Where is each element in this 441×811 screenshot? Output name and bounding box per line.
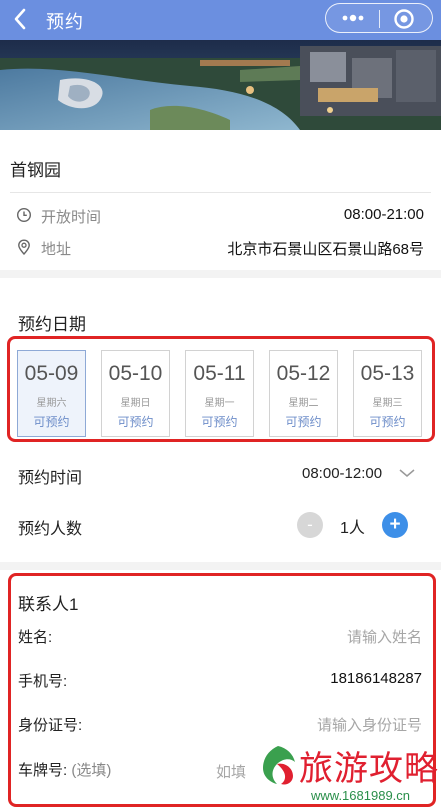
chevron-left-icon[interactable] — [10, 6, 32, 32]
page-title: 预约 — [46, 12, 84, 32]
title-bar: 预约 — [0, 0, 441, 40]
date-card[interactable]: 05-12 星期二 可预约 — [269, 350, 338, 437]
target-circle-icon[interactable] — [392, 7, 416, 31]
open-time-row: 开放时间 08:00-21:00 — [10, 204, 424, 228]
plate-label: 车牌号: (选填) — [18, 759, 111, 780]
watermark-url: www.1681989.cn — [311, 788, 411, 803]
date-weekday: 星期二 — [288, 398, 319, 409]
mini-program-capsule — [325, 3, 433, 33]
name-input[interactable]: 请输入姓名 — [347, 626, 422, 647]
booking-date-title: 预约日期 — [18, 315, 86, 334]
section-gap — [0, 270, 441, 278]
date-number: 05-11 — [193, 362, 246, 385]
date-status: 可预约 — [117, 415, 154, 429]
date-weekday: 星期一 — [204, 398, 235, 409]
date-number: 05-10 — [108, 362, 163, 385]
date-status: 可预约 — [33, 415, 70, 429]
watermark-logo-icon — [263, 746, 295, 785]
watermark-title: 旅游攻略 — [299, 749, 439, 789]
date-number: 05-09 — [24, 362, 79, 385]
plate-optional-hint: (选填) — [71, 762, 112, 779]
address-label: 地址 — [41, 241, 72, 258]
divider — [10, 192, 431, 193]
chevron-down-icon[interactable] — [398, 466, 416, 480]
booking-time-select[interactable]: 08:00-12:00 — [302, 465, 382, 482]
date-card[interactable]: 05-09 星期六 可预约 — [17, 350, 86, 437]
section-gap — [0, 562, 441, 570]
booking-time-label: 预约时间 — [18, 470, 83, 487]
people-count-label: 预约人数 — [18, 521, 83, 538]
id-number-input[interactable]: 请输入身份证号 — [317, 714, 422, 735]
date-card[interactable]: 05-10 星期日 可预约 — [101, 350, 170, 437]
date-status: 可预约 — [369, 415, 406, 429]
open-time-value: 08:00-21:00 — [343, 206, 424, 223]
date-weekday: 星期日 — [120, 398, 151, 409]
contact-title: 联系人1 — [18, 595, 79, 614]
venue-banner-image — [0, 40, 441, 130]
open-time-label: 开放时间 — [41, 209, 102, 226]
clock-icon — [16, 207, 32, 223]
venue-name: 首钢园 — [10, 161, 61, 180]
date-card[interactable]: 05-11 星期一 可预约 — [185, 350, 254, 437]
increase-count-button[interactable]: + — [382, 512, 408, 538]
date-number: 05-13 — [360, 362, 415, 385]
plate-label-text: 车牌号: — [18, 762, 68, 779]
address-value: 北京市石景山区石景山路68号 — [227, 241, 424, 258]
date-weekday: 星期三 — [372, 398, 403, 409]
date-weekday: 星期六 — [36, 398, 67, 409]
plate-input[interactable]: 如填 — [216, 761, 246, 782]
decrease-count-button[interactable]: - — [297, 512, 323, 538]
phone-label: 手机号: — [18, 673, 68, 690]
date-card[interactable]: 05-13 星期三 可预约 — [353, 350, 422, 437]
date-status: 可预约 — [201, 415, 238, 429]
date-number: 05-12 — [276, 362, 331, 385]
people-count-value: 1人 — [340, 520, 365, 537]
capsule-divider — [379, 10, 380, 28]
address-row: 地址 北京市石景山区石景山路68号 — [10, 236, 424, 260]
name-label: 姓名: — [18, 629, 53, 646]
phone-input[interactable]: 18186148287 — [330, 670, 422, 687]
location-pin-icon — [18, 239, 30, 255]
watermark: 旅游攻略 www.1681989.cn — [255, 740, 441, 811]
id-number-label: 身份证号: — [18, 717, 83, 734]
date-status: 可预约 — [285, 415, 322, 429]
more-dots-icon[interactable] — [338, 7, 368, 29]
